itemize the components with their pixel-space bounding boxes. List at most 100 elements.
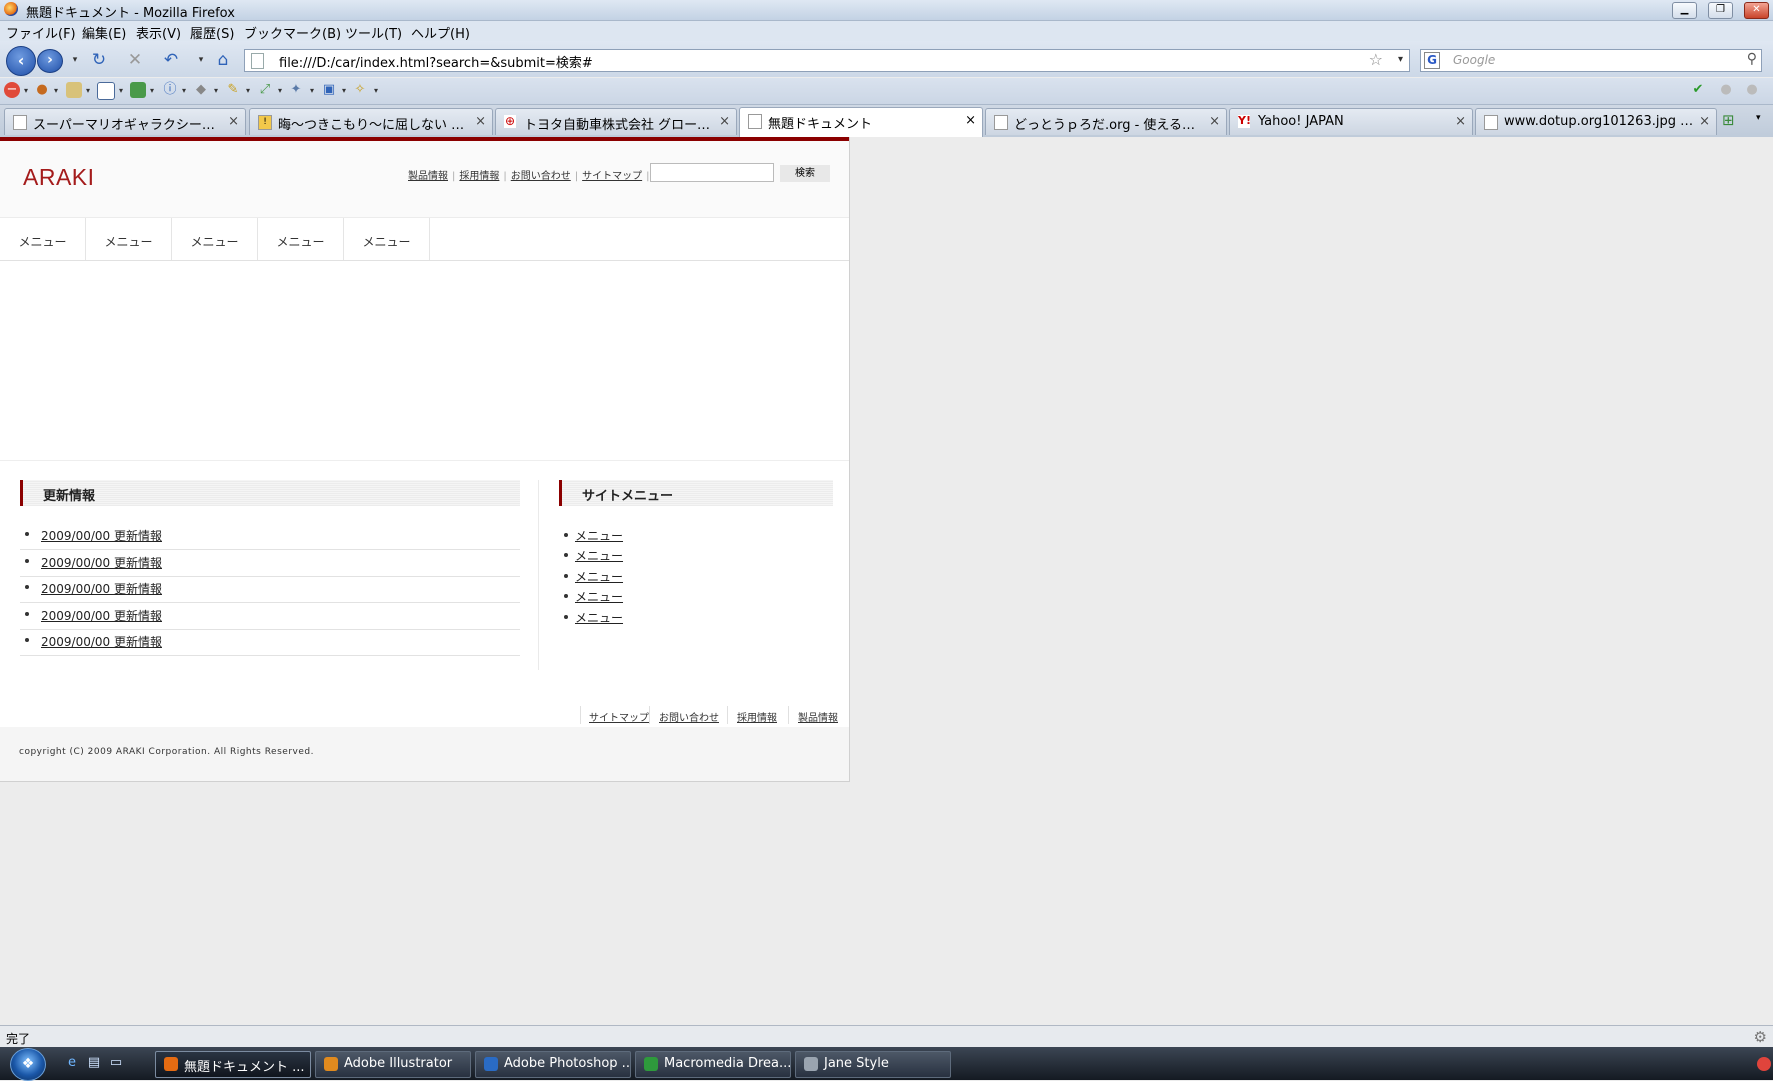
disable-icon[interactable]: − [4,82,20,98]
home-icon[interactable]: ⌂ [212,49,234,71]
miscellaneous-icon[interactable]: ◆ [193,82,209,98]
site-logo[interactable]: ARAKI [23,164,95,191]
tab-close-icon[interactable]: × [228,114,239,129]
tray-icon[interactable] [1757,1057,1771,1071]
back-button[interactable]: ‹ [6,46,36,76]
internet-explorer-icon[interactable]: e [64,1055,80,1071]
close-window-button[interactable]: ✕ [1744,2,1769,19]
tab-close-icon[interactable]: × [965,113,976,128]
dropdown-arrow-icon[interactable]: ▾ [374,86,378,95]
taskbar-dreamweaver[interactable]: Macromedia Drea... [635,1051,791,1078]
global-nav-item[interactable]: メニュー [344,218,430,260]
footer-link-contact[interactable]: お問い合わせ [659,709,719,724]
taskbar-firefox[interactable]: 無題ドキュメント ... [155,1051,311,1078]
site-menu-link[interactable]: メニュー [575,568,623,585]
menu-help[interactable]: ヘルプ(H) [411,23,470,42]
tab-close-icon[interactable]: × [1455,114,1466,129]
view-source-icon[interactable]: ▣ [321,82,337,98]
menu-history[interactable]: 履歴(S) [190,23,234,42]
new-tab-icon[interactable]: ⊞ [1722,111,1735,129]
menu-view[interactable]: 表示(V) [136,23,181,42]
status-dot-icon[interactable]: ● [1718,82,1734,98]
global-nav-item[interactable]: メニュー [258,218,344,260]
tab-list-dropdown-icon[interactable]: ▾ [1756,113,1761,123]
address-dropdown-icon[interactable]: ▾ [1398,54,1403,65]
undo-close-tab-icon[interactable]: ↶ [160,49,182,71]
taskbar-photoshop[interactable]: Adobe Photoshop ... [475,1051,631,1078]
show-desktop-icon[interactable]: ▭ [108,1055,124,1071]
tab-close-icon[interactable]: × [475,114,486,129]
tab-close-icon[interactable]: × [1699,114,1710,129]
dropdown-arrow-icon[interactable]: ▾ [54,86,58,95]
footer-link-careers[interactable]: 採用情報 [737,709,777,724]
options-icon[interactable]: ✧ [352,82,368,98]
minimize-button[interactable]: ▁ [1672,2,1697,19]
user-icon[interactable]: ● [34,82,50,98]
footer-link-sitemap[interactable]: サイトマップ [589,709,649,724]
link-careers[interactable]: 採用情報 [459,171,499,182]
dropdown-arrow-icon[interactable]: ▾ [278,86,282,95]
address-bar[interactable]: file:///D:/car/index.html?search=&submit… [244,49,1410,72]
news-link[interactable]: 2009/00/00 更新情報 [41,633,162,650]
dropdown-arrow-icon[interactable]: ▾ [310,86,314,95]
outline-icon[interactable]: ✎ [225,82,241,98]
tab-dotup-image[interactable]: www.dotup.org101263.jpg (JP... × [1475,108,1717,135]
dropdown-arrow-icon[interactable]: ▾ [246,86,250,95]
search-bar[interactable]: G Google ⚲ [1420,49,1762,72]
tab-untitled-document[interactable]: 無題ドキュメント × [739,107,983,137]
tab-toyota[interactable]: ⊕ トヨタ自動車株式会社 グローバ... × [495,108,737,135]
tab-close-icon[interactable]: × [1209,114,1220,129]
news-link[interactable]: 2009/00/00 更新情報 [41,607,162,624]
site-search-button[interactable]: 検索 [780,165,830,182]
cookies-icon[interactable] [66,82,82,98]
link-contact[interactable]: お問い合わせ [511,171,571,182]
footer-link-products[interactable]: 製品情報 [798,709,838,724]
news-link[interactable]: 2009/00/00 更新情報 [41,527,162,544]
dropdown-arrow-icon[interactable]: ▾ [342,86,346,95]
images-icon[interactable] [130,82,146,98]
menu-bookmarks[interactable]: ブックマーク(B) [244,23,341,42]
checkmark-icon[interactable]: ✔ [1690,82,1706,98]
address-url[interactable]: file:///D:/car/index.html?search=&submit… [279,52,593,71]
link-sitemap[interactable]: サイトマップ [582,171,642,182]
taskbar-jane-style[interactable]: Jane Style [795,1051,951,1078]
taskbar-illustrator[interactable]: Adobe Illustrator [315,1051,471,1078]
site-menu-link[interactable]: メニュー [575,527,623,544]
switch-windows-icon[interactable]: ▤ [86,1055,102,1071]
dropdown-arrow-icon[interactable]: ▾ [214,86,218,95]
menu-tools[interactable]: ツール(T) [345,23,402,42]
global-nav-item[interactable]: メニュー [172,218,258,260]
dropdown-arrow-icon[interactable]: ▾ [150,86,154,95]
tab-close-icon[interactable]: × [719,114,730,129]
tab-tsukikomori[interactable]: ! 晦〜つきこもり〜に屈しない part1... × [249,108,493,135]
tab-mario-galaxy[interactable]: スーパーマリオギャラクシーウイ... × [4,108,246,135]
google-engine-icon[interactable]: G [1424,52,1440,69]
reload-icon[interactable]: ↻ [88,49,110,71]
global-nav-item[interactable]: メニュー [0,218,86,260]
information-icon[interactable]: ⓘ [162,82,178,98]
news-link[interactable]: 2009/00/00 更新情報 [41,580,162,597]
link-products[interactable]: 製品情報 [408,171,448,182]
tab-dotup[interactable]: どっとうｐろだ.org - 使えるアッ... × [985,108,1227,135]
start-button[interactable]: ❖ [10,1048,46,1081]
site-search-input[interactable] [650,163,774,182]
dropdown-arrow-icon[interactable]: ▾ [119,86,123,95]
maximize-button[interactable]: ❐ [1708,2,1733,19]
global-nav-item[interactable]: メニュー [86,218,172,260]
news-link[interactable]: 2009/00/00 更新情報 [41,554,162,571]
dropdown-arrow-icon[interactable]: ▾ [182,86,186,95]
gear-icon[interactable]: ⚙ [1754,1028,1767,1046]
forms-icon[interactable] [97,82,115,100]
site-menu-link[interactable]: メニュー [575,609,623,626]
dropdown-arrow-icon[interactable]: ▾ [86,86,90,95]
tools-icon[interactable]: ✦ [288,82,304,98]
undo-dropdown-icon[interactable]: ▾ [190,49,212,71]
history-dropdown-icon[interactable]: ▾ [64,49,86,71]
forward-button[interactable]: › [37,49,63,73]
menu-file[interactable]: ファイル(F) [6,23,76,42]
stop-icon[interactable]: ✕ [124,49,146,71]
site-menu-link[interactable]: メニュー [575,547,623,564]
status-dot-icon[interactable]: ● [1744,82,1760,98]
tab-yahoo-japan[interactable]: Y! Yahoo! JAPAN × [1229,108,1473,135]
bookmark-star-icon[interactable]: ☆ [1369,50,1383,69]
